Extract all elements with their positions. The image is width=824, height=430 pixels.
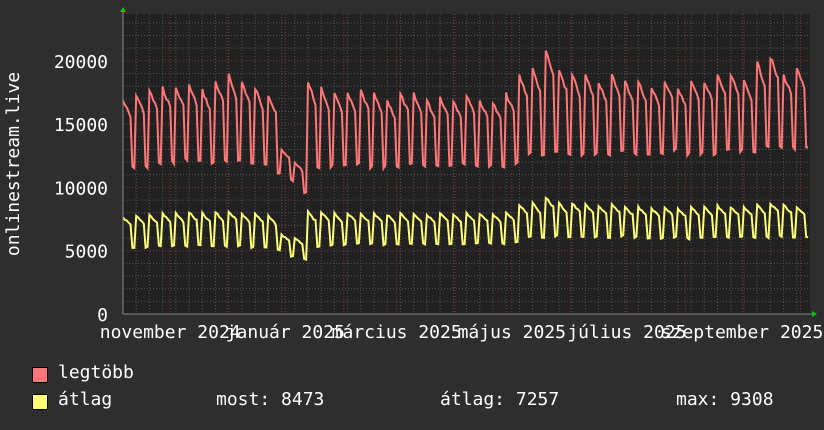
y-axis-arrow-icon bbox=[120, 7, 126, 12]
x-tick-label: január 2025 bbox=[226, 322, 345, 343]
y-tick-label: 10000 bbox=[54, 178, 108, 199]
y-tick-label: 5000 bbox=[65, 242, 108, 263]
y-tick-label: 20000 bbox=[54, 52, 108, 73]
y-tick-label: 0 bbox=[97, 305, 108, 326]
y-tick-label: 15000 bbox=[54, 115, 108, 136]
stat-avg: átlag: 7257 bbox=[440, 389, 560, 410]
x-tick-label: szeptember 2025 bbox=[661, 322, 824, 343]
legend-label-max: legtöbb bbox=[58, 362, 134, 383]
x-tick-label: május 2025 bbox=[458, 322, 566, 343]
stat-now: most: 8473 bbox=[216, 389, 325, 410]
x-tick-label: március 2025 bbox=[332, 322, 462, 343]
x-axis-arrow-icon bbox=[812, 311, 817, 317]
legend-label-avg: átlag bbox=[58, 389, 113, 410]
x-tick-label: november 2024 bbox=[100, 322, 241, 343]
legend-swatch-max bbox=[32, 367, 48, 383]
legend-swatch-avg bbox=[32, 394, 48, 410]
y-axis-label: onlinestream.live bbox=[3, 72, 24, 256]
stat-max: max: 9308 bbox=[676, 389, 774, 410]
